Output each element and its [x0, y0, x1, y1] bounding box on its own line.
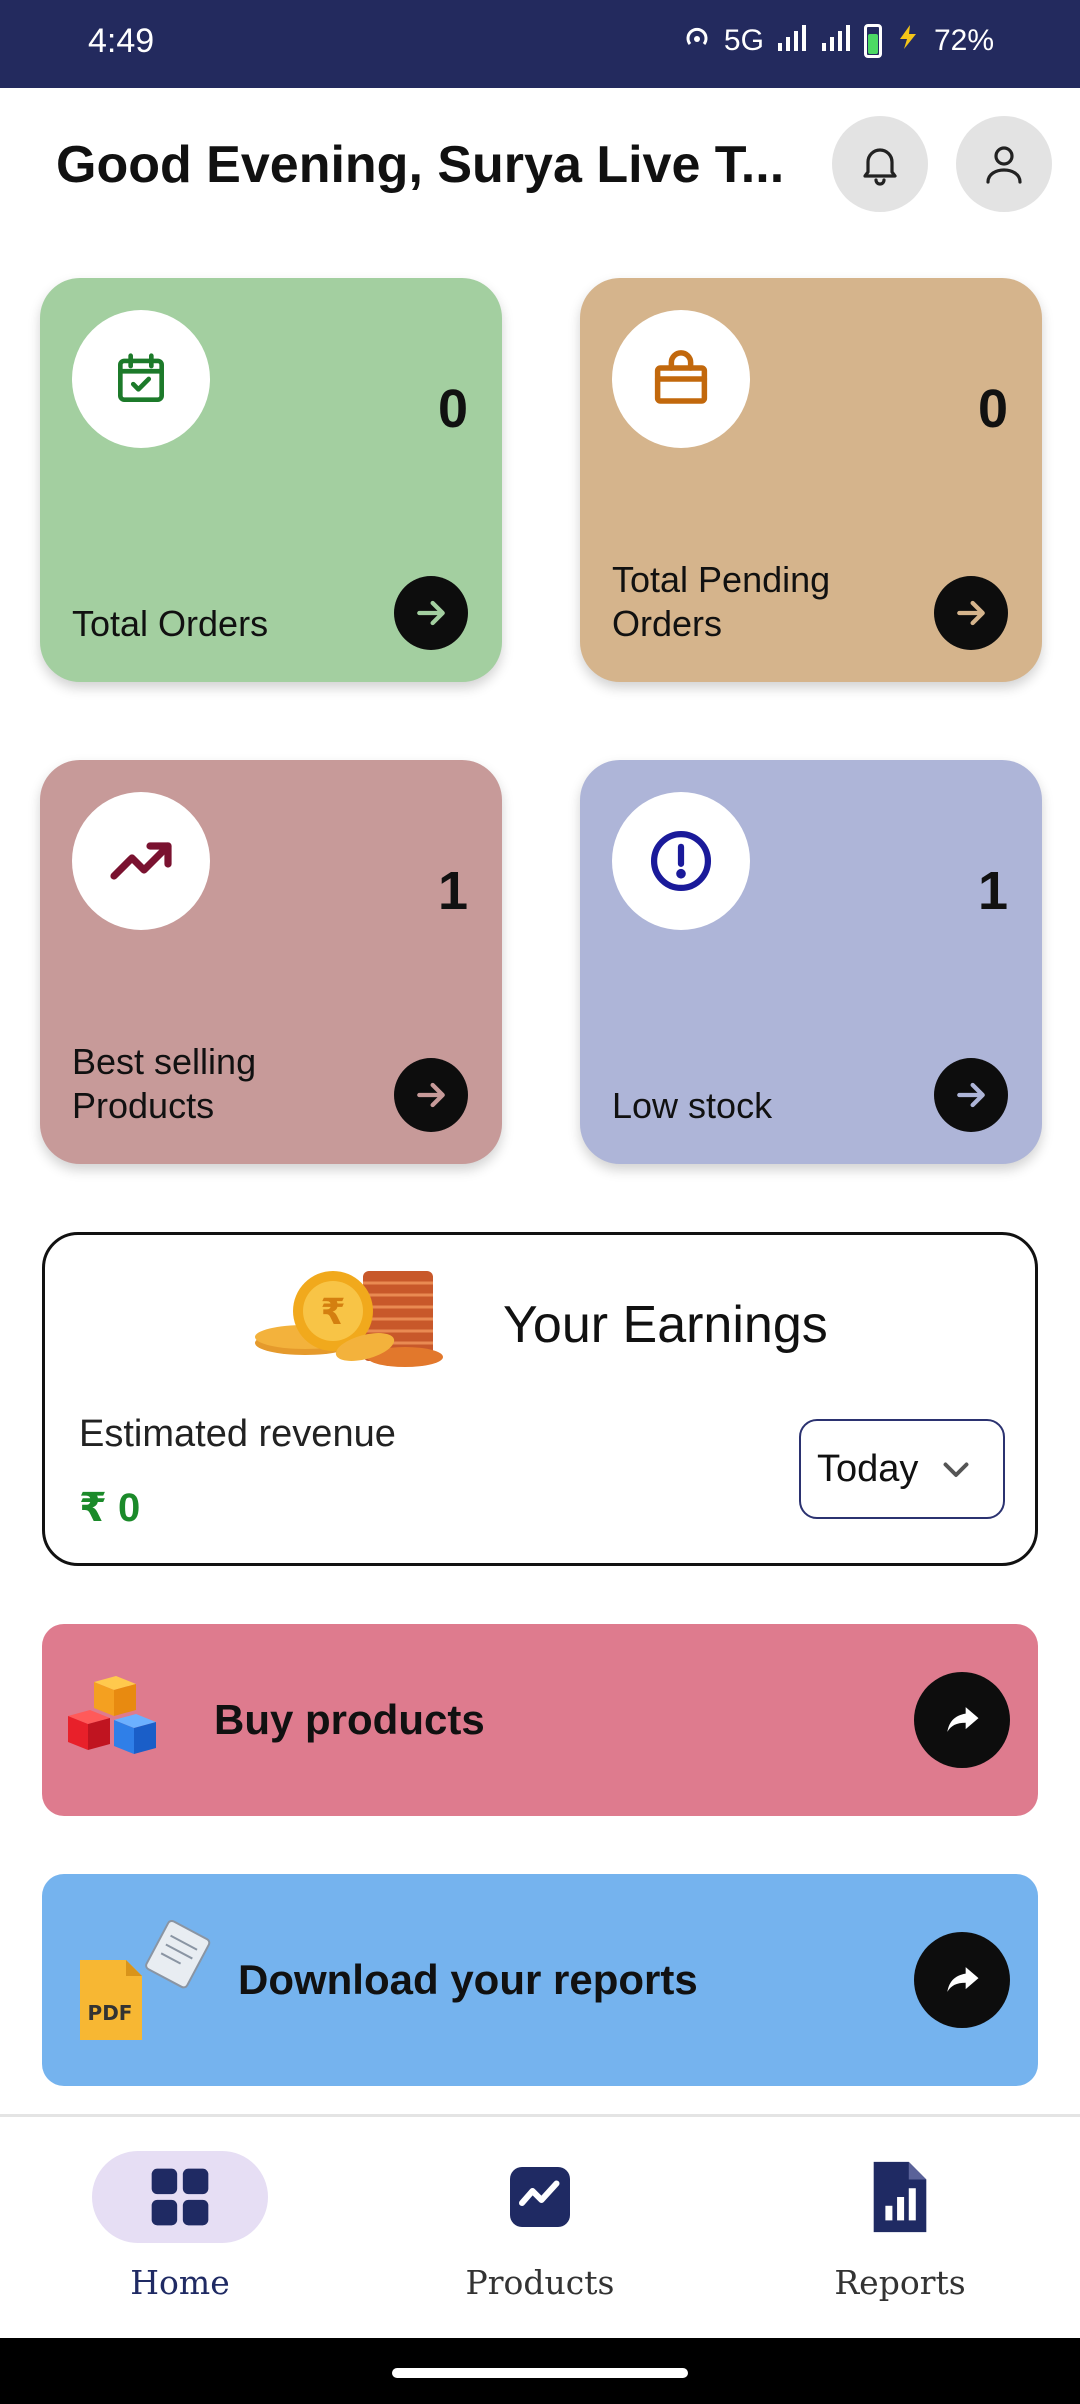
report-document-icon	[873, 2161, 927, 2233]
arrow-right-icon	[957, 1082, 985, 1108]
nav-products-label: Products	[465, 2263, 615, 2302]
earnings-card: ₹ Your Earnings Estimated revenue ₹ 0 To…	[42, 1232, 1038, 1566]
nav-reports[interactable]: Reports	[780, 2151, 1020, 2311]
user-icon	[986, 146, 1022, 184]
earnings-title: Your Earnings	[503, 1296, 828, 1354]
share-arrow-icon	[947, 1707, 979, 1732]
total-orders-count: 0	[437, 379, 468, 439]
nav-products-icon-wrap	[494, 2151, 586, 2243]
low-stock-label: Low stock	[612, 1085, 773, 1126]
estimated-revenue-label: Estimated revenue	[79, 1413, 396, 1455]
nav-reports-icon-wrap	[854, 2151, 946, 2243]
chevron-down-icon	[943, 1462, 969, 1477]
status-icons: 5G 72%	[682, 22, 994, 60]
low-stock-card[interactable]: 1 Low stock	[580, 760, 1042, 1164]
buy-products-banner[interactable]: Buy products	[42, 1624, 1038, 1816]
best-selling-label: Best selling Products	[72, 1041, 257, 1126]
coins-illustration-icon: ₹	[255, 1271, 443, 1367]
alert-circle-icon	[650, 830, 712, 892]
best-selling-card[interactable]: 1 Best selling Products	[40, 760, 502, 1164]
card-icon-holder	[612, 792, 750, 930]
card-icon-holder	[72, 792, 210, 930]
status-time: 4:49	[88, 22, 155, 60]
bottom-navigation: Home Products Reports	[0, 2117, 1080, 2337]
svg-text:₹: ₹	[320, 1292, 345, 1333]
download-reports-go-button[interactable]	[914, 1932, 1010, 2028]
home-gesture-handle[interactable]	[392, 2368, 688, 2378]
arrow-right-icon	[417, 600, 445, 626]
signal-icon-2	[820, 23, 852, 59]
charging-icon	[894, 23, 922, 59]
share-arrow-icon	[947, 1967, 979, 1992]
download-reports-banner[interactable]: PDF Download your reports	[42, 1874, 1038, 2086]
cubes-icon	[68, 1676, 156, 1754]
arrow-right-icon	[957, 600, 985, 626]
nav-products[interactable]: Products	[420, 2151, 660, 2311]
svg-text:PDF: PDF	[88, 2001, 133, 2025]
pending-orders-arrow-button[interactable]	[934, 576, 1008, 650]
signal-icon	[776, 23, 808, 59]
nav-home-label: Home	[130, 2263, 230, 2302]
total-orders-card[interactable]: 0 Total Orders	[40, 278, 502, 682]
notifications-button[interactable]	[832, 116, 928, 212]
card-icon-holder	[612, 310, 750, 448]
pdf-file-icon: PDF	[80, 1920, 211, 2040]
calendar-check-icon	[118, 353, 164, 402]
system-navigation-bar	[0, 2338, 1080, 2404]
grid-icon	[151, 2168, 209, 2226]
nav-home-indicator	[92, 2151, 268, 2243]
download-reports-label: Download your reports	[238, 1956, 698, 2003]
pending-orders-card[interactable]: 0 Total Pending Orders	[580, 278, 1042, 682]
low-stock-count: 1	[977, 861, 1008, 921]
low-stock-arrow-button[interactable]	[934, 1058, 1008, 1132]
period-value: Today	[817, 1447, 919, 1490]
card-icon-holder	[72, 310, 210, 448]
buy-products-go-button[interactable]	[914, 1672, 1010, 1768]
home-screen: 4:49 5G 72% Good Evening, Surya Live T..…	[0, 0, 1080, 2404]
nav-reports-label: Reports	[834, 2263, 966, 2302]
buy-products-label: Buy products	[214, 1696, 485, 1743]
bell-icon	[863, 148, 897, 186]
battery-level: 72%	[933, 24, 994, 57]
total-orders-arrow-button[interactable]	[394, 576, 468, 650]
best-selling-arrow-button[interactable]	[394, 1058, 468, 1132]
battery-icon	[863, 24, 882, 58]
total-orders-label: Total Orders	[72, 603, 269, 644]
shopping-bag-icon	[654, 350, 708, 404]
pending-orders-count: 0	[977, 379, 1008, 439]
greeting-title: Good Evening, Surya Live T...	[56, 136, 785, 194]
pending-orders-label: Total Pending Orders	[612, 559, 831, 644]
arrow-right-icon	[417, 1082, 445, 1108]
profile-button[interactable]	[956, 116, 1052, 212]
status-bar: 4:49 5G 72%	[0, 0, 1080, 88]
nav-home[interactable]: Home	[60, 2151, 300, 2311]
trending-up-icon	[110, 842, 172, 880]
network-type: 5G	[723, 24, 764, 57]
period-dropdown[interactable]: Today	[799, 1419, 1005, 1519]
chart-line-icon	[510, 2167, 570, 2227]
revenue-amount: ₹ 0	[79, 1486, 141, 1530]
hotspot-icon	[682, 22, 712, 60]
best-selling-count: 1	[437, 861, 468, 921]
